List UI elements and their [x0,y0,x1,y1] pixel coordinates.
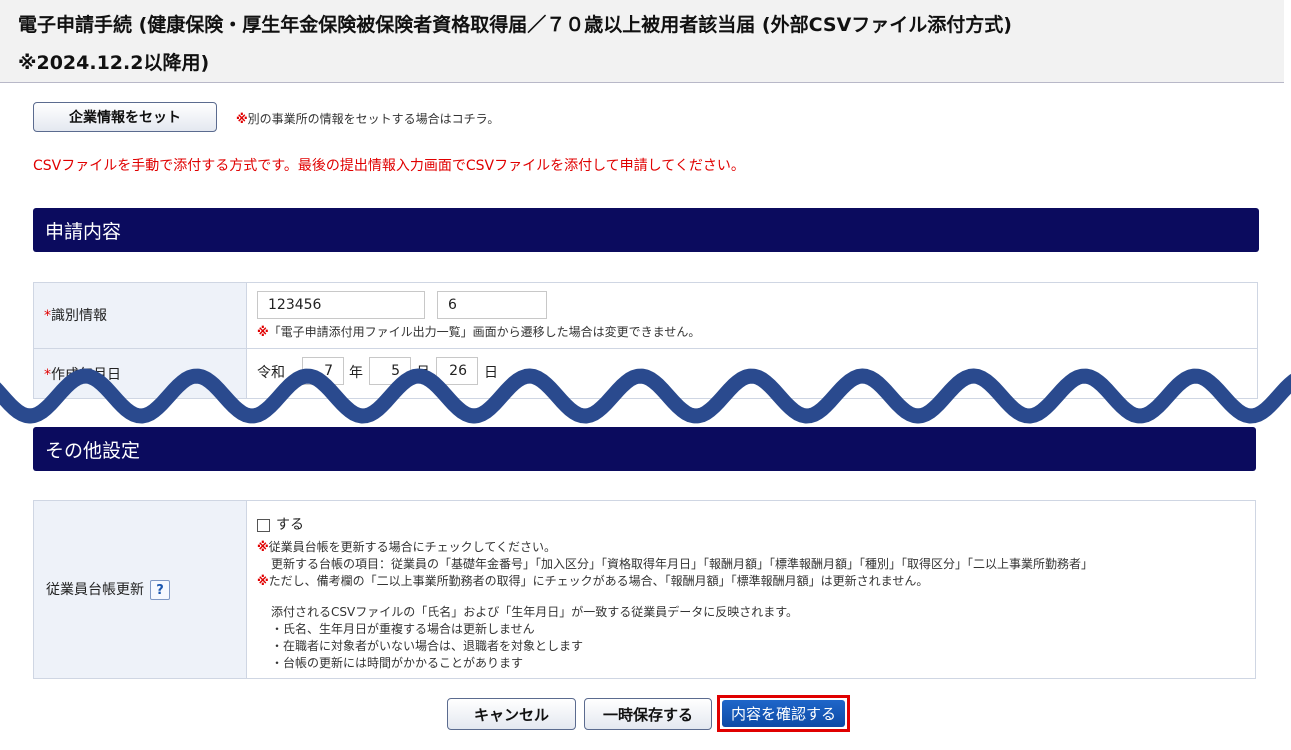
note-mark: ※ [257,540,269,554]
ledger-update-row: 従業員台帳更新? する ※従業員台帳を更新する場合にチェックしてください。 更新… [33,500,1256,679]
section-header-application: 申請内容 [33,208,1259,252]
note-mark: ※ [257,574,269,588]
ledger-note-2: 更新する台帳の項目：従業員の「基礎年金番号」「加入区分」「資格取得年月日」「報酬… [271,557,1094,571]
ledger-label: 従業員台帳更新 [46,582,144,598]
ledger-note-3-text: ただし、備考欄の「二以上事業所勤務者の取得」にチェックがある場合、「報酬月額」「… [268,574,929,588]
required-mark: * [44,308,51,324]
id-info-value-cell: 123456 6 ※「電子申請添付用ファイル出力一覧」画面から遷移した場合は変更… [246,282,1258,349]
ledger-value-cell: する ※従業員台帳を更新する場合にチェックしてください。 更新する台帳の項目：従… [246,500,1256,679]
other-settings-table: 従業員台帳更新? する ※従業員台帳を更新する場合にチェックしてください。 更新… [33,500,1256,679]
help-icon[interactable]: ? [150,580,170,600]
confirm-button[interactable]: 内容を確認する [722,700,845,727]
section-header-other-settings: その他設定 [33,427,1256,471]
note-mark: ※ [257,325,269,339]
cancel-button[interactable]: キャンセル [447,698,576,730]
id-info-label: 識別情報 [51,308,107,324]
id-info-input-1[interactable]: 123456 [257,291,425,319]
company-note-text: 別の事業所の情報をセットする場合はコチラ。 [247,112,500,126]
ledger-checkbox-label: する [276,517,304,533]
save-draft-button[interactable]: 一時保存する [584,698,712,730]
ledger-checkbox-row[interactable]: する [257,514,304,534]
ledger-detail: 添付されるCSVファイルの「氏名」および「生年月日」が一致する従業員データに反映… [271,605,799,619]
ledger-note-1: ※従業員台帳を更新する場合にチェックしてください。 [257,539,1093,556]
ledger-label-cell: 従業員台帳更新? [33,500,247,679]
set-company-info-button[interactable]: 企業情報をセット [33,102,217,132]
id-info-row: *識別情報 123456 6 ※「電子申請添付用ファイル出力一覧」画面から遷移し… [33,282,1258,349]
id-info-note-text: 「電子申請添付用ファイル出力一覧」画面から遷移した場合は変更できません。 [268,325,701,339]
page-header: 電子申請手続 (健康保険・厚生年金保険被保険者資格取得届／７０歳以上被用者該当届… [0,0,1284,83]
ledger-note-1-text: 従業員台帳を更新する場合にチェックしてください。 [268,540,556,554]
id-info-note: ※「電子申請添付用ファイル出力一覧」画面から遷移した場合は変更できません。 [257,323,700,340]
crop-wave-divider [0,368,1291,424]
page-title: 電子申請手続 (健康保険・厚生年金保険被保険者資格取得届／７０歳以上被用者該当届… [18,14,1012,74]
csv-notice: CSVファイルを手動で添付する方式です。最後の提出情報入力画面でCSVファイルを… [33,158,745,174]
confirm-button-highlight: 内容を確認する [717,695,850,732]
id-info-label-cell: *識別情報 [33,282,247,349]
ledger-bullet: ・氏名、生年月日が重複する場合は更新しません [271,622,535,636]
id-info-input-2[interactable]: 6 [437,291,547,319]
company-note: ※別の事業所の情報をセットする場合はコチラ。 [236,110,499,127]
ledger-update-checkbox[interactable] [257,518,270,532]
ledger-note-3: ※ただし、備考欄の「二以上事業所勤務者の取得」にチェックがある場合、「報酬月額」… [257,573,1093,590]
note-mark: ※ [236,112,248,126]
ledger-bullet: ・在職者に対象者がいない場合は、退職者を対象とします [271,639,584,653]
ledger-bullet: ・台帳の更新には時間がかかることがあります [271,656,524,670]
ledger-notes: ※従業員台帳を更新する場合にチェックしてください。 更新する台帳の項目：従業員の… [257,539,1093,672]
